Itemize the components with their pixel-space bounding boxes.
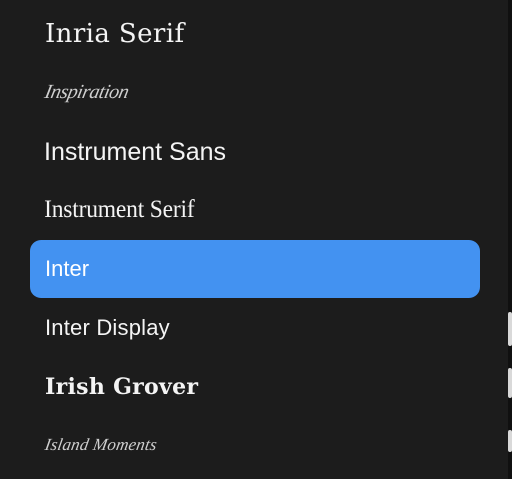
font-picker-list: Inria Serif Inspiration Instrument Sans … [0, 0, 508, 479]
font-option-inspiration[interactable]: Inspiration [24, 63, 486, 121]
font-option-label: Inria Serif [45, 19, 185, 49]
font-option-inter-display[interactable]: Inter Display [30, 299, 480, 357]
font-option-label: Instrument Sans [44, 137, 227, 166]
edge-glyph [508, 312, 512, 346]
font-option-inter[interactable]: Inter [30, 240, 480, 298]
font-option-label: Island Moments [43, 435, 159, 454]
font-option-label: Inspiration [42, 80, 131, 103]
font-option-irish-grover[interactable]: Irish Grover [30, 358, 480, 416]
font-option-label: Irish Grover [45, 374, 199, 400]
font-option-inria-serif[interactable]: Inria Serif [30, 5, 480, 63]
font-option-island-moments[interactable]: Island Moments [25, 416, 485, 474]
adjacent-panel-edge [508, 0, 512, 479]
edge-glyph [508, 430, 512, 452]
font-option-label: Instrument Serif [44, 196, 195, 223]
font-option-instrument-serif[interactable]: Instrument Serif [30, 181, 453, 239]
font-option-label: Inter Display [45, 315, 170, 340]
font-option-label: Inter [45, 256, 90, 281]
font-option-instrument-sans[interactable]: Instrument Sans [30, 123, 480, 181]
edge-glyph [508, 368, 512, 398]
